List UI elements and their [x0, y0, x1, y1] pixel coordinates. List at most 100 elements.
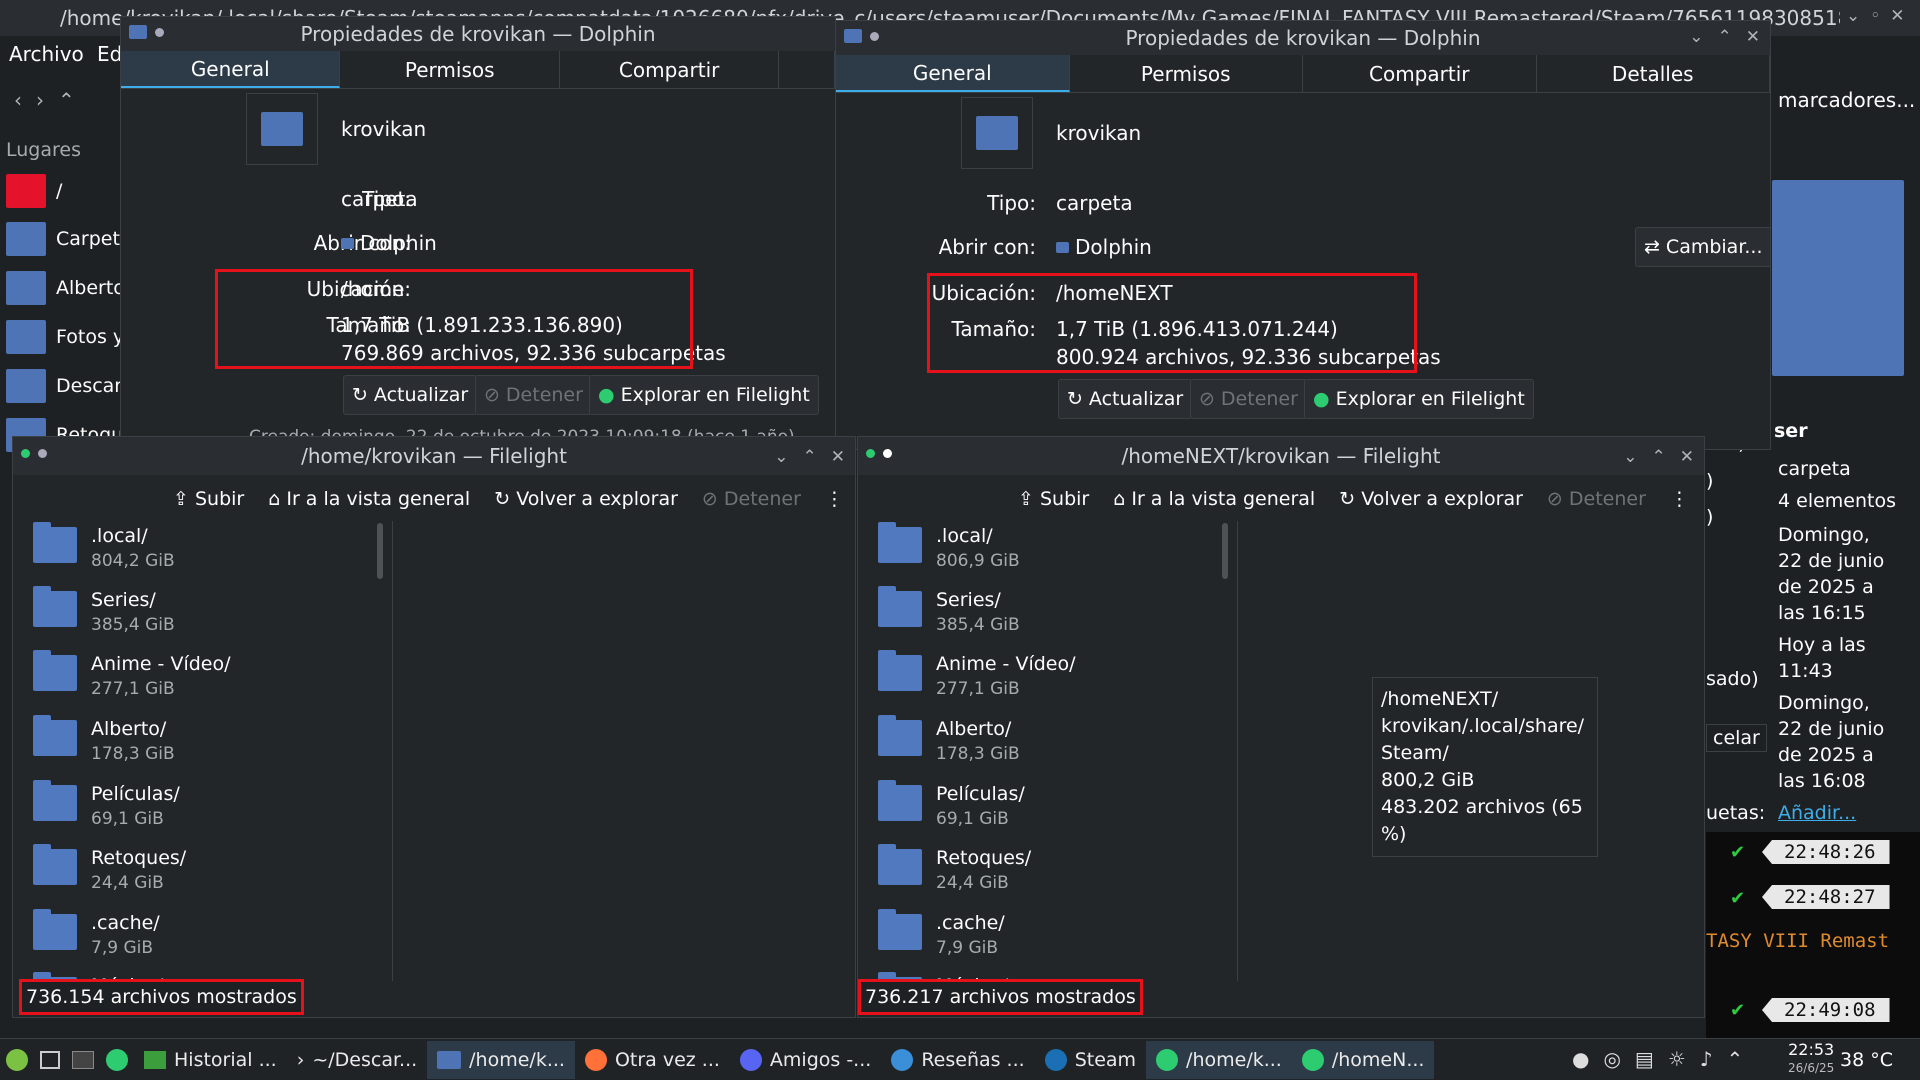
place-fotos[interactable]: Fotos y: [6, 320, 124, 354]
list-item[interactable]: .local/806,9 GiB: [878, 522, 1020, 573]
detener-button[interactable]: ⊘ Detener: [1190, 379, 1307, 419]
place-alberto[interactable]: Alberto: [6, 271, 125, 305]
task-resenas[interactable]: Reseñas ...: [881, 1041, 1034, 1079]
subir-button[interactable]: ⇪ Subir: [1018, 488, 1089, 510]
list-item[interactable]: Retoques/24,4 GiB: [878, 844, 1031, 895]
dolphin-left-titlebar[interactable]: Propiedades de krovikan — Dolphin: [121, 17, 835, 51]
brightness-icon[interactable]: ☼: [1668, 1047, 1686, 1071]
list-item[interactable]: Alberto/178,3 GiB: [878, 715, 1020, 766]
place-carpeta[interactable]: Carpeta: [6, 222, 132, 256]
terminal-launcher[interactable]: [66, 1041, 100, 1079]
list-item[interactable]: Anime - Vídeo/277,1 GiB: [878, 650, 1076, 701]
vista-general-button[interactable]: ⌂ Ir a la vista general: [268, 488, 470, 510]
maximize-icon[interactable]: ⌃: [803, 447, 817, 467]
task-historial[interactable]: Historial ...: [134, 1041, 287, 1079]
tab-compartir[interactable]: Compartir: [1303, 55, 1537, 92]
pin-icon[interactable]: [883, 449, 892, 458]
vista-general-button[interactable]: ⌂ Ir a la vista general: [1113, 488, 1315, 510]
actualizar-button[interactable]: ↻ Actualizar: [343, 375, 478, 415]
detener-button[interactable]: ⊘ Detener: [702, 488, 801, 510]
filelight-button[interactable]: ● Explorar en Filelight: [589, 375, 819, 415]
list-item[interactable]: Series/385,4 GiB: [878, 586, 1020, 637]
cambiar-button[interactable]: ⇄ Cambiar...: [1635, 227, 1770, 267]
list-item[interactable]: Películas/69,1 GiB: [33, 780, 180, 831]
dolphin-icon: [1056, 241, 1069, 253]
list-item[interactable]: Retoques/24,4 GiB: [33, 844, 186, 895]
discord-tray-icon[interactable]: ●: [1572, 1047, 1589, 1071]
maximize-icon[interactable]: ⌃: [1652, 447, 1666, 467]
pin-icon[interactable]: [155, 27, 164, 37]
preview-folder-icon: [1772, 180, 1904, 376]
task-terminal[interactable]: › ~/Descar...: [287, 1041, 427, 1079]
home-launcher[interactable]: [100, 1041, 134, 1079]
window-controls[interactable]: ⌄ ⌃ ✕: [1623, 447, 1694, 467]
menu-editar[interactable]: Ed: [97, 42, 122, 66]
task-steam[interactable]: Steam: [1035, 1041, 1146, 1079]
tab-detalles[interactable]: Detalles: [1537, 55, 1770, 92]
filelight-button[interactable]: ● Explorar en Filelight: [1304, 379, 1534, 419]
volver-explorar-button[interactable]: ↻ Volver a explorar: [1339, 488, 1523, 510]
actualizar-button[interactable]: ↻ Actualizar: [1058, 379, 1193, 419]
scrollbar[interactable]: [1222, 523, 1228, 579]
filelight-left-titlebar[interactable]: /home/krovikan — Filelight ⌄ ⌃ ✕: [13, 437, 855, 475]
add-tags-link[interactable]: Añadir...: [1778, 802, 1856, 824]
more-menu-icon[interactable]: ⋮: [825, 488, 844, 510]
task-discord[interactable]: Amigos -...: [730, 1041, 881, 1079]
more-menu-icon[interactable]: ⋮: [1670, 488, 1689, 510]
tab-permisos[interactable]: Permisos: [1070, 55, 1303, 92]
window-controls[interactable]: ⌄ ⌃ ✕: [1689, 27, 1760, 47]
tab-compartir[interactable]: Compartir: [560, 51, 780, 88]
pin-icon[interactable]: [38, 449, 47, 458]
file-list-panel[interactable]: .local/804,2 GiB Series/385,4 GiB Anime …: [13, 521, 393, 981]
list-item[interactable]: Anime - Vídeo/277,1 GiB: [33, 650, 231, 701]
list-item[interactable]: .cache/7,9 GiB: [878, 909, 1005, 960]
close-icon[interactable]: ✕: [1680, 447, 1694, 467]
bookmarks-button[interactable]: marcadores...: [1778, 88, 1915, 112]
maximize-icon[interactable]: ⌃: [1718, 27, 1732, 47]
filelight-right-titlebar[interactable]: /homeNEXT/krovikan — Filelight ⌄ ⌃ ✕: [858, 437, 1704, 475]
tab-general[interactable]: General: [121, 51, 341, 88]
list-item[interactable]: Alberto/178,3 GiB: [33, 715, 175, 766]
tab-detalles-hidden[interactable]: [779, 51, 835, 88]
minimize-icon[interactable]: ⌄: [1623, 447, 1637, 467]
clipboard-icon[interactable]: ▤: [1635, 1047, 1654, 1071]
minimize-icon[interactable]: ⌄: [774, 447, 788, 467]
list-item[interactable]: .local/804,2 GiB: [33, 522, 175, 573]
dolphin-right-titlebar[interactable]: Propiedades de krovikan — Dolphin ⌄ ⌃ ✕: [836, 21, 1770, 55]
folder-icon-large[interactable]: [961, 97, 1033, 169]
task-filelight-homenext[interactable]: /homeN...: [1291, 1040, 1435, 1079]
place-descargas[interactable]: Descar: [6, 369, 122, 403]
tab-general[interactable]: General: [836, 55, 1070, 92]
list-item[interactable]: .cache/7,9 GiB: [33, 909, 160, 960]
menu-archivo[interactable]: Archivo: [9, 42, 84, 66]
task-dolphin[interactable]: /home/k...: [427, 1040, 575, 1079]
folder-icon: [878, 522, 922, 563]
window-controls[interactable]: ⌄ ⌃ ✕: [774, 447, 845, 467]
scrollbar[interactable]: [377, 523, 383, 579]
volume-icon[interactable]: ♪: [1700, 1047, 1713, 1071]
minimize-icon[interactable]: ⌄: [1689, 27, 1703, 47]
place-root[interactable]: /: [6, 174, 62, 208]
task-filelight-home[interactable]: /home/k...: [1146, 1040, 1292, 1079]
volver-explorar-button[interactable]: ↻ Volver a explorar: [494, 488, 678, 510]
file-list-panel[interactable]: .local/806,9 GiB Series/385,4 GiB Anime …: [858, 521, 1238, 981]
show-desktop[interactable]: [34, 1041, 66, 1079]
tray-expand-icon[interactable]: ⌃: [1727, 1047, 1744, 1071]
detener-button[interactable]: ⊘ Detener: [1547, 488, 1646, 510]
nav-buttons[interactable]: ‹›⌃: [14, 88, 89, 112]
clock[interactable]: 22:53 26/6/25: [1788, 1041, 1834, 1077]
pin-icon[interactable]: [870, 31, 879, 41]
partial-cancel-button[interactable]: celar: [1706, 724, 1767, 752]
detener-button[interactable]: ⊘ Detener: [475, 375, 592, 415]
folder-icon-large[interactable]: [246, 93, 318, 165]
steam-tray-icon[interactable]: ◎: [1603, 1047, 1620, 1071]
task-firefox[interactable]: Otra vez ...: [575, 1041, 730, 1079]
bg-window-controls[interactable]: ⌄◦✕: [1846, 6, 1915, 26]
subir-button[interactable]: ⇪ Subir: [173, 488, 244, 510]
tab-permisos[interactable]: Permisos: [340, 51, 560, 88]
app-launcher[interactable]: [0, 1041, 34, 1079]
close-icon[interactable]: ✕: [1746, 27, 1760, 47]
list-item[interactable]: Películas/69,1 GiB: [878, 780, 1025, 831]
list-item[interactable]: Series/385,4 GiB: [33, 586, 175, 637]
close-icon[interactable]: ✕: [831, 447, 845, 467]
